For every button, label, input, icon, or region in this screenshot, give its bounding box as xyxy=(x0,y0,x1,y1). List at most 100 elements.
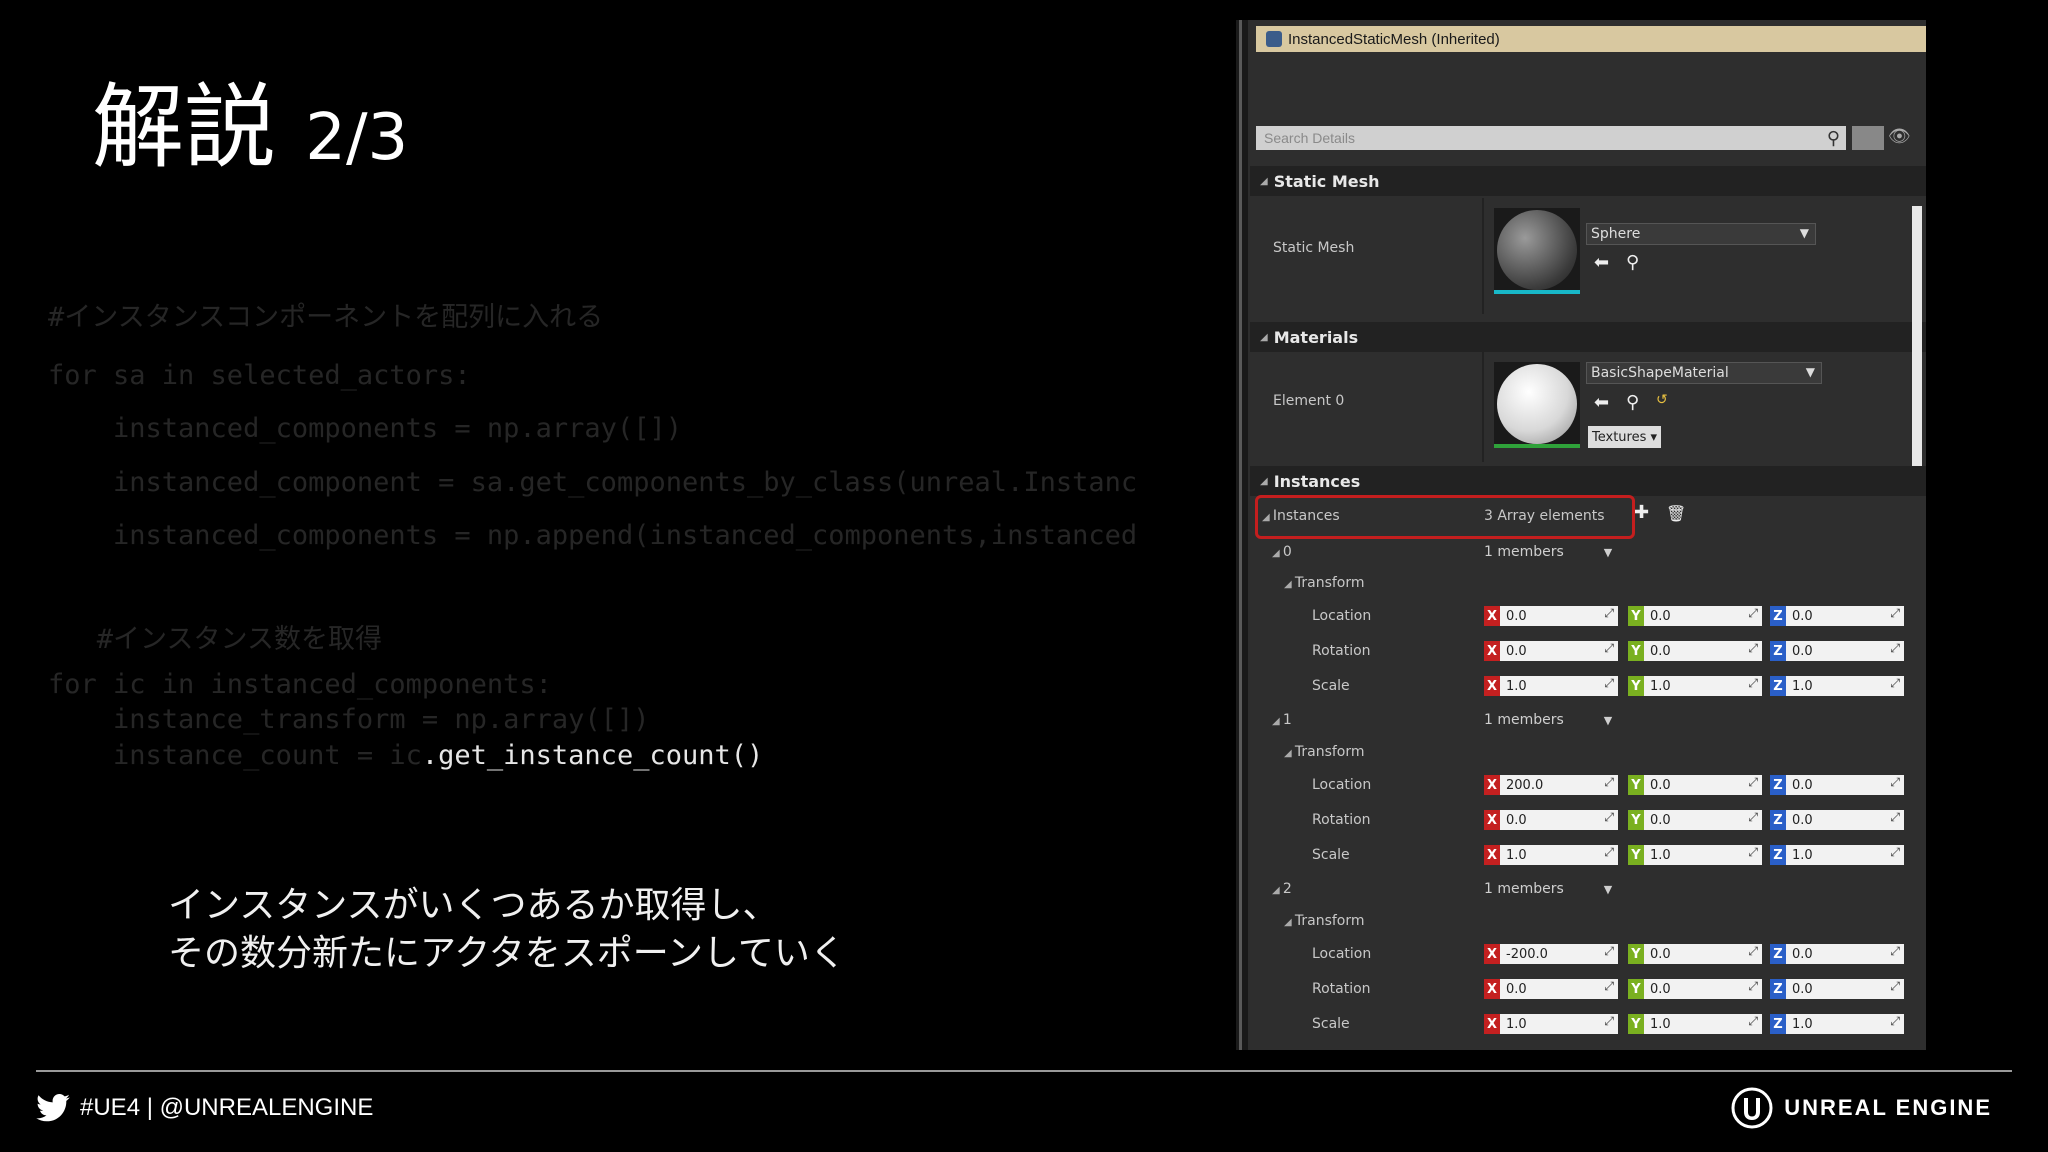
vector-value[interactable]: 200.0 ⤢ xyxy=(1500,775,1618,795)
eye-icon[interactable]: 👁 xyxy=(1888,126,1924,150)
use-selected-arrow-icon[interactable]: ⬅ xyxy=(1594,252,1609,273)
members-dropdown[interactable]: 1 members ▼ xyxy=(1484,881,1612,897)
drag-handle-icon[interactable]: ⤢ xyxy=(1890,944,1900,959)
vector-x-field[interactable]: X 0.0 ⤢ xyxy=(1484,979,1618,999)
vector-value[interactable]: 0.0 ⤢ xyxy=(1786,810,1904,830)
vector-value[interactable]: 0.0 ⤢ xyxy=(1644,606,1762,626)
mesh-asset-combo[interactable]: Sphere ▼ xyxy=(1586,223,1816,245)
vector-z-field[interactable]: Z 0.0 ⤢ xyxy=(1770,775,1904,795)
scrollbar-thumb[interactable] xyxy=(1912,206,1922,466)
members-dropdown[interactable]: 1 members ▼ xyxy=(1484,544,1612,560)
vector-z-field[interactable]: Z 0.0 ⤢ xyxy=(1770,606,1904,626)
drag-handle-icon[interactable]: ⤢ xyxy=(1604,810,1614,825)
vector-x-field[interactable]: X -200.0 ⤢ xyxy=(1484,944,1618,964)
vector-value[interactable]: 0.0 ⤢ xyxy=(1644,979,1762,999)
category-static-mesh[interactable]: ◢ Static Mesh xyxy=(1250,166,1926,196)
vector-z-field[interactable]: Z 0.0 ⤢ xyxy=(1770,944,1904,964)
drag-handle-icon[interactable]: ⤢ xyxy=(1748,606,1758,621)
vector-z-field[interactable]: Z 0.0 ⤢ xyxy=(1770,979,1904,999)
add-element-plus-icon[interactable]: ✚ xyxy=(1634,502,1649,523)
vector-value[interactable]: 0.0 ⤢ xyxy=(1500,810,1618,830)
category-materials[interactable]: ◢ Materials xyxy=(1250,322,1926,352)
drag-handle-icon[interactable]: ⤢ xyxy=(1604,944,1614,959)
browse-magnifier-icon[interactable]: ⚲ xyxy=(1626,252,1639,273)
textures-dropdown[interactable]: Textures ▾ xyxy=(1588,426,1662,448)
drag-handle-icon[interactable]: ⤢ xyxy=(1604,606,1614,621)
vector-x-field[interactable]: X 1.0 ⤢ xyxy=(1484,1014,1618,1034)
material-asset-combo[interactable]: BasicShapeMaterial ▼ xyxy=(1586,362,1822,384)
vector-y-field[interactable]: Y 1.0 ⤢ xyxy=(1628,845,1762,865)
vector-value[interactable]: 1.0 ⤢ xyxy=(1786,845,1904,865)
vector-value[interactable]: 1.0 ⤢ xyxy=(1786,676,1904,696)
vector-value[interactable]: 0.0 ⤢ xyxy=(1500,606,1618,626)
vector-value[interactable]: 1.0 ⤢ xyxy=(1644,676,1762,696)
browse-magnifier-icon[interactable]: ⚲ xyxy=(1626,392,1639,413)
drag-handle-icon[interactable]: ⤢ xyxy=(1748,944,1758,959)
use-selected-arrow-icon[interactable]: ⬅ xyxy=(1594,392,1609,413)
vector-z-field[interactable]: Z 1.0 ⤢ xyxy=(1770,676,1904,696)
drag-handle-icon[interactable]: ⤢ xyxy=(1748,810,1758,825)
mesh-thumbnail[interactable] xyxy=(1494,208,1580,294)
drag-handle-icon[interactable]: ⤢ xyxy=(1604,775,1614,790)
material-thumbnail[interactable] xyxy=(1494,362,1580,448)
vector-value[interactable]: 1.0 ⤢ xyxy=(1500,845,1618,865)
search-icon[interactable]: ⚲ xyxy=(1827,128,1840,149)
vector-value[interactable]: 1.0 ⤢ xyxy=(1644,1014,1762,1034)
drag-handle-icon[interactable]: ⤢ xyxy=(1890,845,1900,860)
vector-x-field[interactable]: X 0.0 ⤢ xyxy=(1484,606,1618,626)
vector-y-field[interactable]: Y 0.0 ⤢ xyxy=(1628,979,1762,999)
drag-handle-icon[interactable]: ⤢ xyxy=(1604,676,1614,691)
vector-value[interactable]: 0.0 ⤢ xyxy=(1644,775,1762,795)
vector-x-field[interactable]: X 1.0 ⤢ xyxy=(1484,676,1618,696)
vector-value[interactable]: 0.0 ⤢ xyxy=(1786,979,1904,999)
drag-handle-icon[interactable]: ⤢ xyxy=(1890,641,1900,656)
vector-z-field[interactable]: Z 1.0 ⤢ xyxy=(1770,1014,1904,1034)
vector-value[interactable]: 0.0 ⤢ xyxy=(1500,979,1618,999)
vector-z-field[interactable]: Z 0.0 ⤢ xyxy=(1770,641,1904,661)
drag-handle-icon[interactable]: ⤢ xyxy=(1748,979,1758,994)
vector-x-field[interactable]: X 0.0 ⤢ xyxy=(1484,641,1618,661)
vector-value[interactable]: 0.0 ⤢ xyxy=(1786,775,1904,795)
component-header[interactable]: InstancedStaticMesh (Inherited) xyxy=(1256,26,1926,52)
vector-value[interactable]: 1.0 ⤢ xyxy=(1500,1014,1618,1034)
transform-group[interactable]: ◢ Transform xyxy=(1284,913,1365,929)
vector-z-field[interactable]: Z 1.0 ⤢ xyxy=(1770,845,1904,865)
vector-value[interactable]: 1.0 ⤢ xyxy=(1644,845,1762,865)
vector-z-field[interactable]: Z 0.0 ⤢ xyxy=(1770,810,1904,830)
vector-y-field[interactable]: Y 0.0 ⤢ xyxy=(1628,641,1762,661)
collapse-triangle-icon[interactable]: ◢ xyxy=(1260,332,1268,343)
vector-y-field[interactable]: Y 1.0 ⤢ xyxy=(1628,676,1762,696)
drag-handle-icon[interactable]: ⤢ xyxy=(1748,641,1758,656)
vector-y-field[interactable]: Y 0.0 ⤢ xyxy=(1628,775,1762,795)
vector-x-field[interactable]: X 1.0 ⤢ xyxy=(1484,845,1618,865)
vector-y-field[interactable]: Y 1.0 ⤢ xyxy=(1628,1014,1762,1034)
view-options-grid-icon[interactable] xyxy=(1852,126,1884,150)
drag-handle-icon[interactable]: ⤢ xyxy=(1890,606,1900,621)
drag-handle-icon[interactable]: ⤢ xyxy=(1748,676,1758,691)
reset-arrow-icon[interactable]: ↺ xyxy=(1656,392,1668,408)
vector-y-field[interactable]: Y 0.0 ⤢ xyxy=(1628,810,1762,830)
drag-handle-icon[interactable]: ⤢ xyxy=(1890,979,1900,994)
drag-handle-icon[interactable]: ⤢ xyxy=(1748,845,1758,860)
vector-x-field[interactable]: X 0.0 ⤢ xyxy=(1484,810,1618,830)
drag-handle-icon[interactable]: ⤢ xyxy=(1748,775,1758,790)
drag-handle-icon[interactable]: ⤢ xyxy=(1604,979,1614,994)
transform-group[interactable]: ◢ Transform xyxy=(1284,575,1365,591)
instance-index-2[interactable]: ◢ 2 xyxy=(1272,881,1292,897)
category-instances[interactable]: ◢ Instances xyxy=(1250,466,1926,496)
vector-value[interactable]: 0.0 ⤢ xyxy=(1644,944,1762,964)
vector-value[interactable]: 0.0 ⤢ xyxy=(1644,810,1762,830)
vector-value[interactable]: -200.0 ⤢ xyxy=(1500,944,1618,964)
drag-handle-icon[interactable]: ⤢ xyxy=(1604,1014,1614,1029)
vector-value[interactable]: 0.0 ⤢ xyxy=(1500,641,1618,661)
vector-value[interactable]: 0.0 ⤢ xyxy=(1644,641,1762,661)
drag-handle-icon[interactable]: ⤢ xyxy=(1890,810,1900,825)
vector-y-field[interactable]: Y 0.0 ⤢ xyxy=(1628,606,1762,626)
drag-handle-icon[interactable]: ⤢ xyxy=(1748,1014,1758,1029)
members-dropdown[interactable]: 1 members ▼ xyxy=(1484,712,1612,728)
vector-y-field[interactable]: Y 0.0 ⤢ xyxy=(1628,944,1762,964)
vector-x-field[interactable]: X 200.0 ⤢ xyxy=(1484,775,1618,795)
drag-handle-icon[interactable]: ⤢ xyxy=(1890,1014,1900,1029)
vector-value[interactable]: 0.0 ⤢ xyxy=(1786,606,1904,626)
trash-icon[interactable]: 🗑 xyxy=(1666,504,1686,523)
